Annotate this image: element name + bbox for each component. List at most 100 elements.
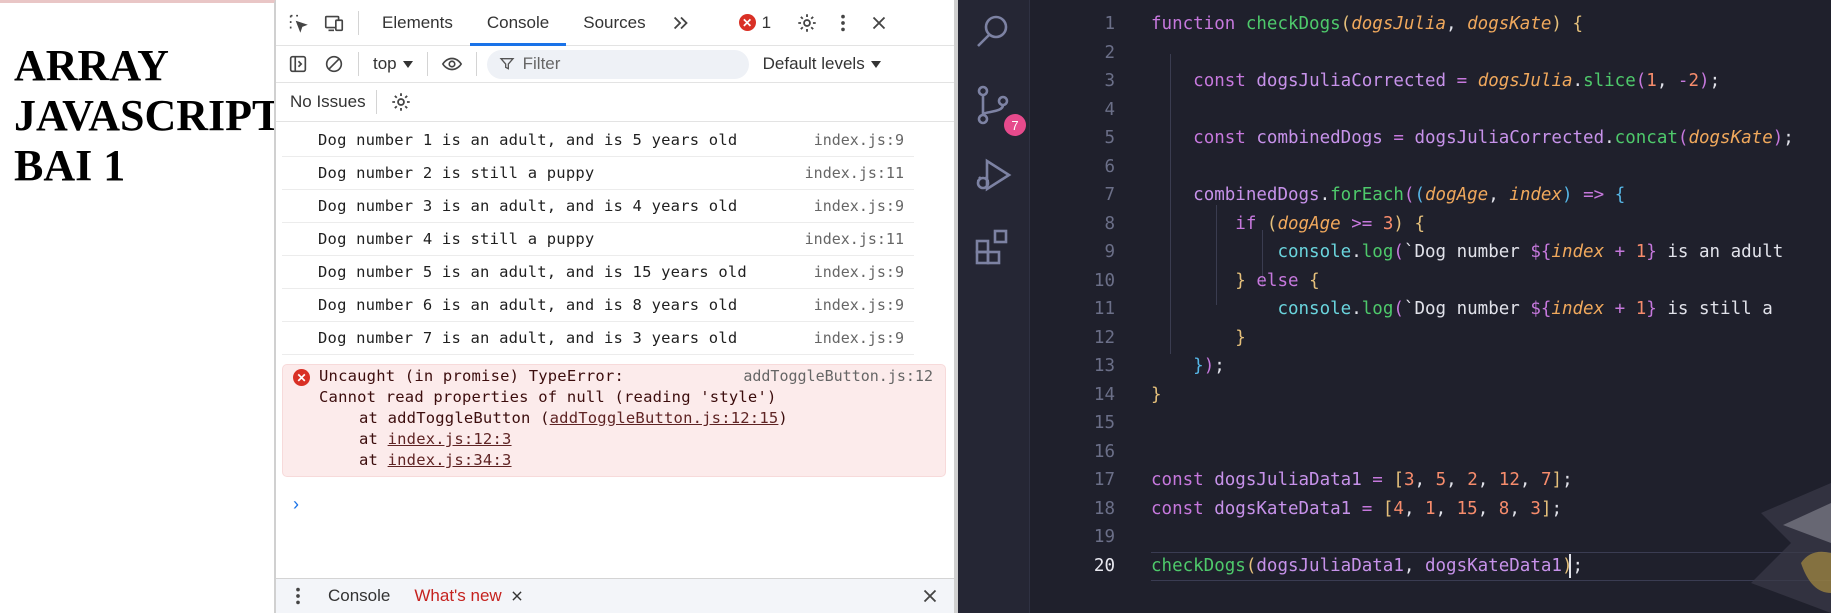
activity-bar: 7 xyxy=(958,0,1030,613)
kebab-menu-icon[interactable] xyxy=(825,5,861,41)
device-toolbar-icon[interactable] xyxy=(316,5,352,41)
filter-box[interactable] xyxy=(486,49,749,79)
line-number: 17 xyxy=(1093,470,1115,490)
log-source-link[interactable]: index.js:9 xyxy=(814,329,904,347)
error-x-icon: ✕ xyxy=(293,369,310,386)
sidebar-toggle-icon[interactable] xyxy=(280,46,316,82)
editor-text-area[interactable]: 1 function checkDogs(dogsJulia, dogsKate… xyxy=(1030,0,1831,613)
log-message: Dog number 6 is an adult, and is 8 years… xyxy=(318,296,738,314)
page-preview: ARRAY JAVASCRIPT BAI 1 xyxy=(0,0,275,613)
log-row: Dog number 4 is still a puppy index.js:1… xyxy=(282,223,914,256)
tab-label: Sources xyxy=(583,12,646,32)
line-number: 4 xyxy=(1104,99,1115,120)
log-source-link[interactable]: index.js:9 xyxy=(814,296,904,314)
run-debug-icon[interactable] xyxy=(970,152,1016,198)
code-content: const dogsJuliaData1 = [3, 5, 2, 12, 7]; xyxy=(1151,470,1573,490)
log-row: Dog number 1 is an adult, and is 5 years… xyxy=(282,124,914,157)
heading-line: JAVASCRIPT xyxy=(14,91,275,140)
close-tab-icon[interactable] xyxy=(510,589,524,603)
stack-frame-prefix: at xyxy=(359,451,388,469)
search-icon[interactable] xyxy=(970,8,1016,54)
log-levels-select[interactable]: Default levels xyxy=(755,54,889,74)
code-content: const dogsJuliaCorrected = dogsJulia.sli… xyxy=(1193,71,1721,91)
line-number: 18 xyxy=(1093,498,1115,519)
clear-console-icon[interactable] xyxy=(316,46,352,82)
code-content: console.log(`Dog number ${index + 1} is … xyxy=(1277,242,1784,262)
code-line: 3 const dogsJuliaCorrected = dogsJulia.s… xyxy=(1030,67,1720,95)
close-devtools-icon[interactable] xyxy=(861,5,897,41)
log-source-link[interactable]: index.js:9 xyxy=(814,131,904,149)
line-number: 14 xyxy=(1093,384,1115,405)
live-expression-eye-icon[interactable] xyxy=(434,46,470,82)
context-select-value: top xyxy=(373,54,397,73)
code-line: 15 xyxy=(1030,409,1115,437)
filter-input[interactable] xyxy=(522,54,723,74)
log-source-link[interactable]: index.js:11 xyxy=(805,230,904,248)
close-drawer-icon[interactable] xyxy=(912,578,948,613)
log-row: Dog number 3 is an adult, and is 4 years… xyxy=(282,190,914,223)
log-source-link[interactable]: index.js:9 xyxy=(814,197,904,215)
drawer-menu-icon[interactable] xyxy=(280,578,316,613)
tab-label: Console xyxy=(486,12,550,32)
log-source-link[interactable]: index.js:9 xyxy=(814,263,904,281)
context-select[interactable]: top xyxy=(365,54,421,74)
devtools-panel: Elements Console Sources ✕ 1 top Filter … xyxy=(275,0,958,613)
more-tabs-chevron-icon[interactable] xyxy=(663,5,699,41)
code-line: 6 xyxy=(1030,153,1115,181)
divider xyxy=(426,52,428,76)
stack-frame: at index.js:12:3 xyxy=(359,430,512,448)
line-number: 9 xyxy=(1104,242,1115,262)
divider xyxy=(358,52,359,76)
console-toolbar: top Default levels xyxy=(276,46,954,83)
divider xyxy=(375,90,377,114)
line-number: 7 xyxy=(1104,185,1115,205)
stack-frame-link[interactable]: addToggleButton.js:12:15 xyxy=(550,409,779,427)
line-number: 10 xyxy=(1093,270,1115,291)
error-source-link[interactable]: addToggleButton.js:12 xyxy=(743,367,933,385)
log-source-link[interactable]: index.js:11 xyxy=(805,164,904,182)
stack-frame-link[interactable]: index.js:34:3 xyxy=(388,451,512,469)
code-line: 19 xyxy=(1030,523,1115,551)
stack-frame: at index.js:34:3 xyxy=(359,451,512,469)
tab-sources[interactable]: Sources xyxy=(566,0,662,46)
code-content: }); xyxy=(1193,356,1225,376)
heading-line: BAI 1 xyxy=(14,141,126,190)
code-content: } xyxy=(1151,384,1162,405)
stack-frame-link[interactable]: index.js:12:3 xyxy=(388,430,512,448)
stack-frame-suffix: ) xyxy=(778,409,788,427)
code-content: const dogsKateData1 = [4, 1, 15, 8, 3]; xyxy=(1151,498,1563,519)
error-detail: Cannot read properties of null (reading … xyxy=(319,388,777,406)
line-number: 16 xyxy=(1093,441,1115,462)
line-number: 19 xyxy=(1093,527,1115,547)
line-number: 5 xyxy=(1104,128,1115,148)
console-settings-gear-icon[interactable] xyxy=(383,84,419,120)
tab-console[interactable]: Console xyxy=(469,0,567,46)
console-prompt-chevron-icon[interactable]: › xyxy=(293,494,299,515)
issues-label: No Issues xyxy=(290,92,366,111)
code-line: 9 console.log(`Dog number ${index + 1} i… xyxy=(1030,238,1783,266)
log-row: Dog number 2 is still a puppy index.js:1… xyxy=(282,157,914,190)
inspect-element-icon[interactable] xyxy=(280,5,316,41)
code-line: 2 xyxy=(1030,39,1115,67)
tab-label: Elements xyxy=(382,12,453,32)
code-line: 5 const combinedDogs = dogsJuliaCorrecte… xyxy=(1030,124,1793,152)
settings-gear-icon[interactable] xyxy=(789,5,825,41)
text-cursor xyxy=(1569,554,1571,578)
code-content: if (dogAge >= 3) { xyxy=(1235,213,1426,234)
divider xyxy=(475,52,477,76)
code-editor: 7 1 function checkDogs(dogsJulia, dogsKa… xyxy=(958,0,1831,613)
line-number: 6 xyxy=(1104,156,1115,177)
tab-elements[interactable]: Elements xyxy=(365,0,470,46)
log-message: Dog number 4 is still a puppy xyxy=(318,230,595,248)
log-row: Dog number 6 is an adult, and is 8 years… xyxy=(282,289,914,322)
code-content: function checkDogs(dogsJulia, dogsKate) … xyxy=(1151,14,1584,34)
log-row: Dog number 5 is an adult, and is 15 year… xyxy=(282,256,914,289)
log-message: Dog number 7 is an adult, and is 3 years… xyxy=(318,329,738,347)
filter-funnel-icon xyxy=(499,58,515,70)
source-control-icon[interactable]: 7 xyxy=(970,82,1026,136)
drawer-tab-console[interactable]: Console xyxy=(316,579,402,613)
error-x-icon: ✕ xyxy=(738,14,756,31)
error-count-badge[interactable]: ✕ 1 xyxy=(738,13,771,33)
drawer-tab-whats-new[interactable]: What's new xyxy=(402,579,535,613)
extensions-icon[interactable] xyxy=(970,224,1016,270)
